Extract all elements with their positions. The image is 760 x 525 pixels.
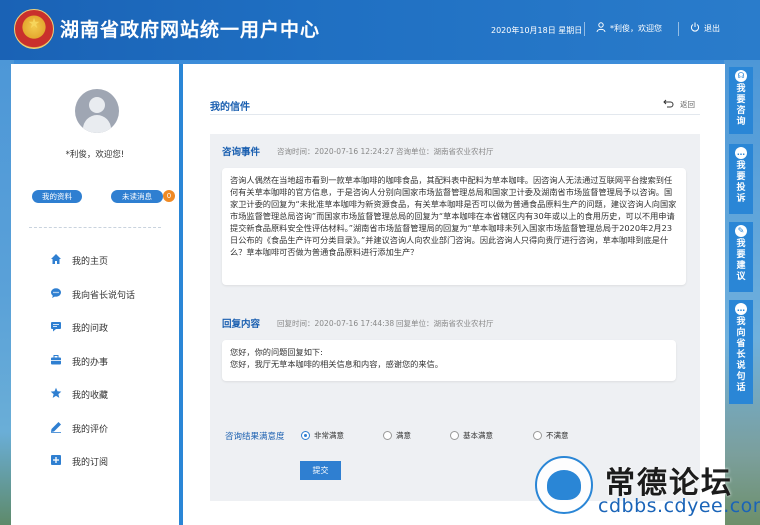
header-user-greeting: *利俊，欢迎您 — [610, 23, 662, 33]
watermark-logo — [535, 456, 593, 514]
pencil-icon — [49, 421, 63, 435]
rail-item-consult[interactable]: ☊ 我要咨询 — [729, 67, 753, 134]
radio-label: 非常满意 — [314, 431, 344, 440]
main-content: 我的信件 返回 咨询事件 咨询时间：2020-07-16 12:24:27 咨询… — [183, 64, 725, 525]
national-emblem-icon — [14, 9, 54, 49]
logout-label: 退出 — [704, 23, 720, 33]
sidebar-greeting: *利俊，欢迎您! — [65, 150, 125, 160]
home-icon — [49, 253, 63, 267]
site-title: 湖南省政府网站统一用户中心 — [60, 19, 321, 41]
consult-content: 咨询人偶然在当地超市看到一款草本咖啡的咖啡食品，其配料表中配料为草本咖啡。因咨询… — [222, 168, 686, 285]
submit-button[interactable]: 提交 — [300, 461, 341, 480]
rail-item-label: 我向省长说句话 — [736, 317, 746, 393]
pen-icon: ✎ — [735, 225, 747, 237]
radio-dot — [383, 431, 392, 440]
consult-time: 咨询时间：2020-07-16 12:24:27 — [277, 147, 395, 156]
back-button[interactable]: 返回 — [663, 98, 695, 111]
radio-dot — [450, 431, 459, 440]
satisfaction-label: 咨询结果满意度 — [225, 432, 285, 442]
sidebar-divider — [29, 227, 161, 228]
site-header: 湖南省政府网站统一用户中心 2020年10月18日 星期日 *利俊，欢迎您 退出 — [0, 0, 760, 60]
page-title: 我的信件 — [210, 102, 250, 113]
sidebar-item-subscriptions[interactable]: 我的订阅 — [11, 445, 179, 479]
reply-content: 您好，你的问题回复如下: 您好，我厅无草本咖啡的相关信息和内容，感谢您的来信。 — [222, 340, 676, 381]
sidebar-item-reviews[interactable]: 我的评价 — [11, 412, 179, 446]
reply-section-label: 回复内容 — [222, 319, 261, 330]
right-rail: ☊ 我要咨询 … 我要投诉 ✎ 我要建议 … 我向省长说句话 — [729, 64, 753, 404]
unread-count-badge: 0 — [163, 190, 175, 202]
user-icon — [596, 22, 606, 34]
radio-satisfied[interactable]: 满意 — [383, 430, 411, 441]
reply-line: 您好，我厅无草本咖啡的相关信息和内容，感谢您的来信。 — [230, 359, 443, 369]
power-icon — [690, 22, 700, 34]
sidebar-item-home[interactable]: 我的主页 — [11, 244, 179, 278]
radio-label: 基本满意 — [463, 431, 493, 440]
rail-item-label: 我要咨询 — [736, 84, 746, 127]
rail-item-suggest[interactable]: ✎ 我要建议 — [729, 222, 753, 292]
sidebar-item-label: 我向省长说句话 — [72, 290, 136, 301]
consult-section-label: 咨询事件 — [222, 147, 261, 158]
rail-item-complain[interactable]: … 我要投诉 — [729, 144, 753, 214]
reply-time: 回复时间：2020-07-16 17:44:38 — [277, 319, 395, 328]
sidebar-item-label: 我的主页 — [72, 257, 109, 268]
reply-unit: 回复单位：湖南省农业农村厅 — [396, 319, 494, 328]
headset-icon: ☊ — [735, 70, 747, 82]
rail-item-speak-to-governor[interactable]: … 我向省长说句话 — [729, 300, 753, 404]
sidebar-item-label: 我的办事 — [72, 357, 109, 368]
radio-dot — [301, 431, 310, 440]
star-icon — [49, 387, 63, 401]
sidebar-item-speak-to-governor[interactable]: 我向省长说句话 — [11, 278, 179, 312]
logout-button[interactable]: 退出 — [690, 22, 720, 34]
radio-basically-satisfied[interactable]: 基本满意 — [450, 430, 493, 441]
radio-label: 不满意 — [546, 431, 569, 440]
sidebar: *利俊，欢迎您! 我的资料 未读消息 0 我的主页 我向省长说句话 我的问政 我… — [11, 64, 179, 525]
sidebar-item-affairs[interactable]: 我的办事 — [11, 345, 179, 379]
my-info-button[interactable]: 我的资料 — [32, 190, 82, 203]
header-divider — [678, 22, 679, 36]
header-date: 2020年10月18日 星期日 — [491, 26, 583, 35]
rail-item-label: 我要投诉 — [736, 161, 746, 204]
radio-very-satisfied[interactable]: 非常满意 — [301, 430, 344, 441]
briefcase-icon — [49, 354, 63, 368]
unread-messages-button[interactable]: 未读消息 — [111, 190, 163, 203]
radio-label: 满意 — [396, 431, 411, 440]
consult-unit: 咨询单位：湖南省农业农村厅 — [396, 147, 494, 156]
watermark-url: cdbbs.cdyee.com — [598, 495, 760, 517]
sidebar-item-label: 我的收藏 — [72, 391, 109, 402]
message-icon — [49, 320, 63, 334]
sidebar-item-label: 我的订阅 — [72, 458, 109, 469]
back-arrow-icon — [663, 98, 674, 111]
chat-bubble-icon: … — [735, 147, 747, 159]
chat-icon — [49, 287, 63, 301]
sidebar-nav: 我的主页 我向省长说句话 我的问政 我的办事 我的收藏 我的评价 我的订阅 — [11, 244, 179, 479]
header-user[interactable]: *利俊，欢迎您 — [596, 22, 662, 34]
sidebar-item-inquiries[interactable]: 我的问政 — [11, 311, 179, 345]
sidebar-item-label: 我的评价 — [72, 424, 109, 435]
avatar — [75, 89, 119, 133]
letter-panel: 咨询事件 咨询时间：2020-07-16 12:24:27 咨询单位：湖南省农业… — [210, 134, 700, 501]
sidebar-item-favorites[interactable]: 我的收藏 — [11, 378, 179, 412]
sidebar-item-label: 我的问政 — [72, 324, 109, 335]
radio-unsatisfied[interactable]: 不满意 — [533, 430, 569, 441]
speech-icon: … — [735, 303, 747, 315]
title-divider — [210, 114, 700, 115]
rail-item-label: 我要建议 — [736, 239, 746, 282]
reply-line: 您好，你的问题回复如下: — [230, 347, 323, 357]
back-label: 返回 — [680, 100, 695, 109]
plus-square-icon — [49, 454, 63, 468]
header-divider — [584, 22, 585, 36]
radio-dot — [533, 431, 542, 440]
